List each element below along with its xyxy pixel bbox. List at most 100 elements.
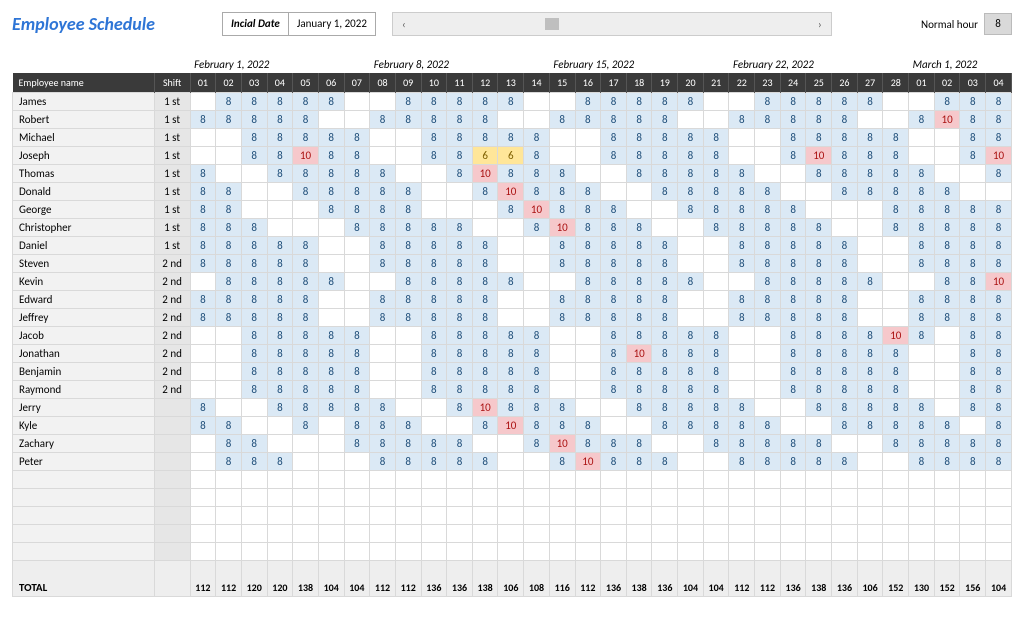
hour-cell[interactable]: 8 xyxy=(857,327,883,345)
hour-cell[interactable]: 8 xyxy=(498,93,524,111)
hour-cell[interactable]: 8 xyxy=(780,291,806,309)
hour-cell[interactable]: 8 xyxy=(857,183,883,201)
hour-cell[interactable] xyxy=(652,435,678,453)
hour-cell[interactable]: 8 xyxy=(601,201,627,219)
hour-cell[interactable]: 8 xyxy=(678,417,704,435)
hour-cell[interactable]: 8 xyxy=(241,129,267,147)
hour-cell[interactable]: 8 xyxy=(832,399,858,417)
hour-cell[interactable] xyxy=(678,111,704,129)
hour-cell[interactable] xyxy=(857,453,883,471)
hour-cell[interactable] xyxy=(755,165,781,183)
hour-cell[interactable]: 8 xyxy=(498,165,524,183)
hour-cell[interactable] xyxy=(472,435,498,453)
hour-cell[interactable]: 8 xyxy=(909,255,935,273)
hour-cell[interactable]: 8 xyxy=(703,327,729,345)
hour-cell[interactable] xyxy=(498,309,524,327)
hour-cell[interactable]: 8 xyxy=(395,201,421,219)
hour-cell[interactable]: 8 xyxy=(370,309,396,327)
hour-cell[interactable]: 8 xyxy=(293,381,319,399)
hour-cell[interactable] xyxy=(370,147,396,165)
hour-cell[interactable] xyxy=(318,237,344,255)
hour-cell[interactable]: 8 xyxy=(934,183,960,201)
hour-cell[interactable]: 8 xyxy=(986,435,1012,453)
hour-cell[interactable]: 8 xyxy=(806,129,832,147)
hour-cell[interactable]: 8 xyxy=(293,93,319,111)
hour-cell[interactable]: 8 xyxy=(755,93,781,111)
hour-cell[interactable]: 8 xyxy=(832,111,858,129)
hour-cell[interactable]: 8 xyxy=(960,309,986,327)
hour-cell[interactable] xyxy=(678,237,704,255)
hour-cell[interactable]: 8 xyxy=(934,453,960,471)
hour-cell[interactable]: 8 xyxy=(421,111,447,129)
hour-cell[interactable]: 8 xyxy=(498,363,524,381)
hour-cell[interactable] xyxy=(703,237,729,255)
hour-cell[interactable]: 8 xyxy=(575,435,601,453)
hour-cell[interactable] xyxy=(241,399,267,417)
scroll-thumb[interactable] xyxy=(545,18,559,30)
hour-cell[interactable]: 8 xyxy=(857,363,883,381)
hour-cell[interactable]: 8 xyxy=(447,345,473,363)
hour-cell[interactable]: 6 xyxy=(472,147,498,165)
hour-cell[interactable]: 8 xyxy=(447,399,473,417)
hour-cell[interactable]: 8 xyxy=(986,381,1012,399)
hour-cell[interactable] xyxy=(729,381,755,399)
hour-cell[interactable]: 8 xyxy=(601,453,627,471)
hour-cell[interactable]: 8 xyxy=(729,309,755,327)
hour-cell[interactable]: 8 xyxy=(293,399,319,417)
hour-cell[interactable]: 8 xyxy=(472,345,498,363)
hour-cell[interactable]: 8 xyxy=(986,93,1012,111)
hour-cell[interactable]: 8 xyxy=(960,345,986,363)
hour-cell[interactable]: 8 xyxy=(498,327,524,345)
hour-cell[interactable] xyxy=(703,291,729,309)
hour-cell[interactable]: 8 xyxy=(857,381,883,399)
hour-cell[interactable]: 8 xyxy=(857,165,883,183)
hour-cell[interactable]: 8 xyxy=(395,219,421,237)
hour-cell[interactable]: 8 xyxy=(241,255,267,273)
hour-cell[interactable]: 8 xyxy=(986,363,1012,381)
hour-cell[interactable]: 8 xyxy=(960,129,986,147)
hour-cell[interactable]: 8 xyxy=(344,201,370,219)
hour-cell[interactable]: 8 xyxy=(832,93,858,111)
hour-cell[interactable]: 8 xyxy=(370,255,396,273)
hour-cell[interactable]: 8 xyxy=(447,381,473,399)
hour-cell[interactable]: 8 xyxy=(344,399,370,417)
hour-cell[interactable]: 8 xyxy=(678,183,704,201)
hour-cell[interactable] xyxy=(909,345,935,363)
hour-cell[interactable] xyxy=(575,147,601,165)
hour-cell[interactable]: 8 xyxy=(832,255,858,273)
hour-cell[interactable] xyxy=(421,399,447,417)
hour-cell[interactable] xyxy=(472,219,498,237)
hour-cell[interactable]: 8 xyxy=(575,291,601,309)
hour-cell[interactable]: 8 xyxy=(267,309,293,327)
hour-cell[interactable] xyxy=(678,453,704,471)
hour-cell[interactable]: 8 xyxy=(395,435,421,453)
hour-cell[interactable] xyxy=(241,201,267,219)
hour-cell[interactable]: 8 xyxy=(934,219,960,237)
hour-cell[interactable]: 8 xyxy=(190,255,216,273)
hour-cell[interactable] xyxy=(190,93,216,111)
hour-cell[interactable]: 8 xyxy=(652,147,678,165)
hour-cell[interactable] xyxy=(395,129,421,147)
hour-cell[interactable]: 8 xyxy=(524,327,550,345)
hour-cell[interactable]: 8 xyxy=(601,345,627,363)
hour-cell[interactable]: 8 xyxy=(857,399,883,417)
hour-cell[interactable]: 8 xyxy=(524,435,550,453)
hour-cell[interactable]: 8 xyxy=(960,201,986,219)
hour-cell[interactable]: 8 xyxy=(395,309,421,327)
hour-cell[interactable]: 8 xyxy=(678,345,704,363)
hour-cell[interactable]: 8 xyxy=(267,381,293,399)
hour-cell[interactable]: 8 xyxy=(755,255,781,273)
hour-cell[interactable]: 8 xyxy=(241,291,267,309)
hour-cell[interactable]: 8 xyxy=(472,309,498,327)
hour-cell[interactable]: 8 xyxy=(626,327,652,345)
hour-cell[interactable]: 8 xyxy=(318,93,344,111)
hour-cell[interactable]: 8 xyxy=(729,201,755,219)
hour-cell[interactable]: 10 xyxy=(472,165,498,183)
hour-cell[interactable]: 10 xyxy=(575,453,601,471)
hour-cell[interactable]: 8 xyxy=(909,417,935,435)
hour-cell[interactable]: 8 xyxy=(190,201,216,219)
hour-cell[interactable]: 8 xyxy=(498,345,524,363)
hour-cell[interactable] xyxy=(524,291,550,309)
hour-cell[interactable]: 8 xyxy=(216,93,242,111)
hour-cell[interactable] xyxy=(241,183,267,201)
